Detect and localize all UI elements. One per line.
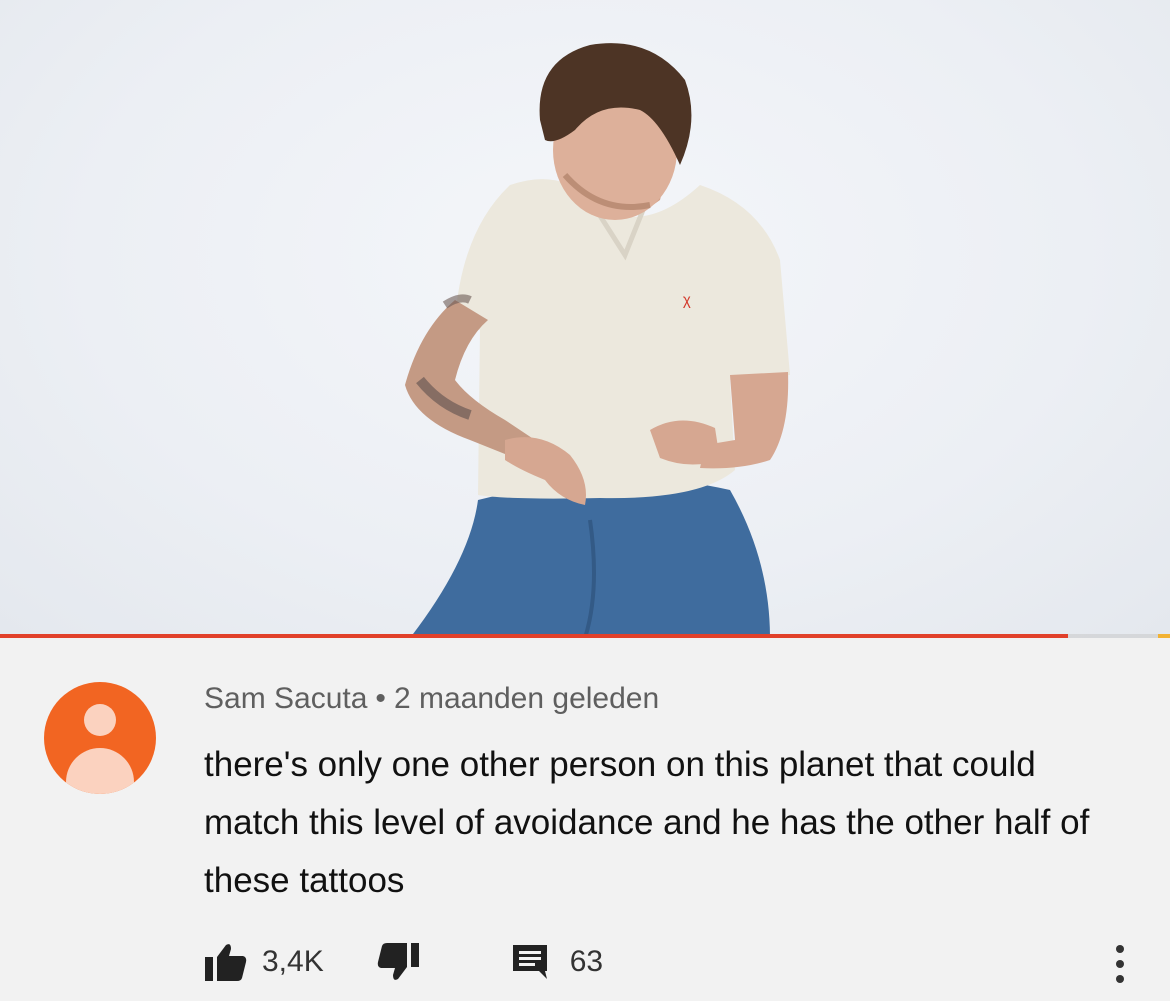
comment-text: there's only one other person on this pl…	[204, 745, 1090, 900]
thumbs-down-icon[interactable]	[376, 942, 420, 982]
progress-buffer-tip	[1158, 634, 1170, 638]
comment-card: Sam Sacuta • 2 maanden geleden there's onl…	[0, 640, 1170, 1001]
video-player[interactable]: ᵡ	[0, 0, 1170, 638]
screenshot: ᵡ Sam Sacuta • 2 maanden geleden there's…	[0, 0, 1170, 1001]
progress-played	[0, 634, 1069, 638]
avatar[interactable]	[44, 682, 156, 794]
thumbs-up-icon[interactable]	[204, 942, 248, 982]
comment-time: 2 maanden geleden	[393, 682, 660, 715]
video-frame-image: ᵡ	[405, 43, 790, 638]
comment-icon[interactable]	[510, 942, 550, 982]
like-count: 3,4K	[262, 945, 324, 978]
meta-separator: •	[375, 682, 386, 715]
comment-actions: 3,4K 63	[204, 942, 603, 982]
progress-bar[interactable]	[0, 634, 1170, 638]
comment-meta: Sam Sacuta • 2 maanden geleden	[204, 682, 659, 716]
hand-right	[650, 420, 720, 465]
avatar-head-shape	[84, 704, 116, 736]
comment-author[interactable]: Sam Sacuta	[204, 682, 367, 715]
more-vertical-icon[interactable]	[1106, 942, 1134, 986]
avatar-body-shape	[66, 748, 134, 794]
svg-text:ᵡ: ᵡ	[683, 290, 691, 315]
reply-count[interactable]: 63	[570, 945, 603, 979]
